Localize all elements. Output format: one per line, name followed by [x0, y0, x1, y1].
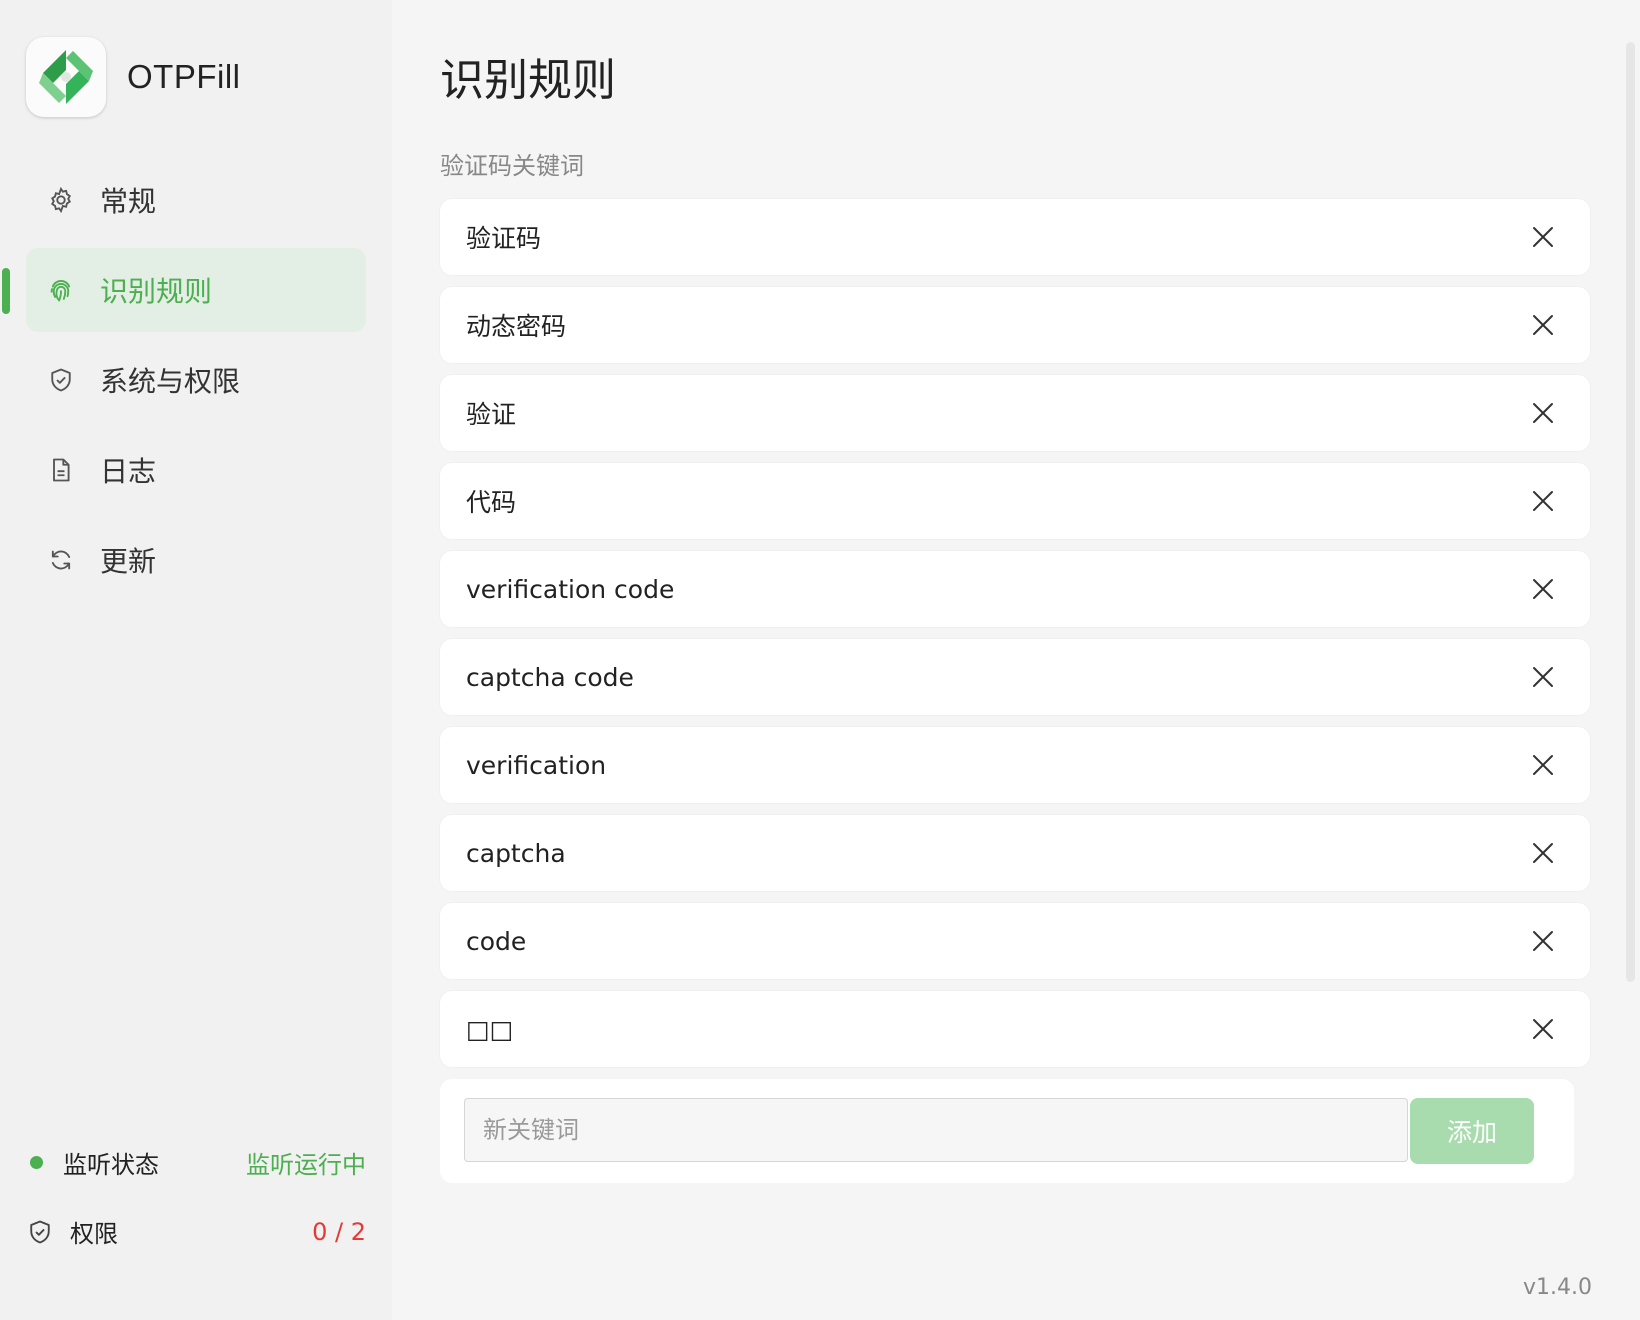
sidebar-item-updates[interactable]: 更新 [26, 518, 366, 602]
keyword-row: captcha code [440, 639, 1590, 715]
sidebar-item-label: 常规 [100, 185, 157, 218]
sidebar-item-general[interactable]: 常规 [26, 158, 366, 242]
shield-check-icon [26, 1218, 54, 1246]
close-icon[interactable] [1526, 660, 1560, 694]
status-label: 监听状态 [63, 1151, 159, 1179]
sidebar: OTPFill 常规 识别规则 系统与权限 日志 更新 监听状态 监听运行中 权… [0, 0, 392, 1320]
keyword-row: verification [440, 727, 1590, 803]
close-icon[interactable] [1526, 484, 1560, 518]
keyword-text: code [466, 926, 527, 956]
add-keyword-card: 添加 [440, 1079, 1574, 1183]
section-label: 验证码关键词 [440, 152, 584, 180]
sidebar-item-system-permissions[interactable]: 系统与权限 [26, 338, 366, 422]
keyword-row: code [440, 903, 1590, 979]
keyword-list: 验证码 动态密码 验证 代码 verification code captcha… [440, 199, 1590, 1079]
keyword-text: verification [466, 750, 607, 780]
gear-icon [44, 183, 78, 217]
keyword-text: verification code [466, 574, 675, 604]
keyword-text: captcha [466, 838, 566, 868]
keyword-row: 动态密码 [440, 287, 1590, 363]
permissions-count: 0 / 2 [312, 1217, 366, 1246]
keyword-text: captcha code [466, 662, 634, 692]
sidebar-item-label: 识别规则 [100, 275, 213, 308]
keyword-text: 代码 [466, 488, 517, 517]
new-keyword-input[interactable] [464, 1098, 1408, 1162]
close-icon[interactable] [1526, 748, 1560, 782]
add-button[interactable]: 添加 [1410, 1098, 1534, 1164]
keyword-text: □□ [466, 1014, 514, 1044]
permissions-status: 权限 0 / 2 [26, 1214, 366, 1249]
scrollbar[interactable] [1626, 42, 1635, 982]
close-icon[interactable] [1526, 396, 1560, 430]
sidebar-nav: 常规 识别规则 系统与权限 日志 更新 [2, 158, 366, 608]
app-window: OTPFill 常规 识别规则 系统与权限 日志 更新 监听状态 监听运行中 权… [0, 0, 1640, 1320]
keyword-text: 验证码 [466, 224, 542, 253]
close-icon[interactable] [1526, 220, 1560, 254]
sidebar-item-recognition-rules[interactable]: 识别规则 [2, 248, 366, 332]
keyword-text: 动态密码 [466, 312, 567, 341]
close-icon[interactable] [1526, 836, 1560, 870]
fingerprint-icon [44, 273, 78, 307]
sidebar-item-logs[interactable]: 日志 [26, 428, 366, 512]
app-logo-icon [26, 37, 106, 117]
status-dot [30, 1156, 43, 1169]
close-icon[interactable] [1526, 924, 1560, 958]
keyword-row: verification code [440, 551, 1590, 627]
document-icon [44, 453, 78, 487]
keyword-row: □□ [440, 991, 1590, 1067]
sidebar-item-label: 系统与权限 [100, 365, 241, 398]
keyword-row: 代码 [440, 463, 1590, 539]
brand: OTPFill [26, 37, 241, 117]
page-title: 识别规则 [440, 55, 616, 106]
listener-status: 监听状态 监听运行中 [26, 1145, 366, 1180]
status-value: 监听运行中 [246, 1151, 366, 1179]
close-icon[interactable] [1526, 1012, 1560, 1046]
keyword-row: 验证码 [440, 199, 1590, 275]
sidebar-item-label: 日志 [100, 455, 157, 488]
close-icon[interactable] [1526, 308, 1560, 342]
refresh-icon [44, 543, 78, 577]
keyword-row: captcha [440, 815, 1590, 891]
sidebar-item-label: 更新 [100, 545, 157, 578]
keyword-row: 验证 [440, 375, 1590, 451]
version-label: v1.4.0 [1523, 1275, 1592, 1300]
keyword-text: 验证 [466, 400, 517, 429]
permissions-label: 权限 [70, 1220, 118, 1248]
main-content: 识别规则 验证码关键词 验证码 动态密码 验证 代码 verification … [392, 0, 1640, 1320]
active-indicator [2, 268, 10, 314]
shield-check-icon [44, 363, 78, 397]
close-icon[interactable] [1526, 572, 1560, 606]
app-name: OTPFill [127, 58, 241, 95]
